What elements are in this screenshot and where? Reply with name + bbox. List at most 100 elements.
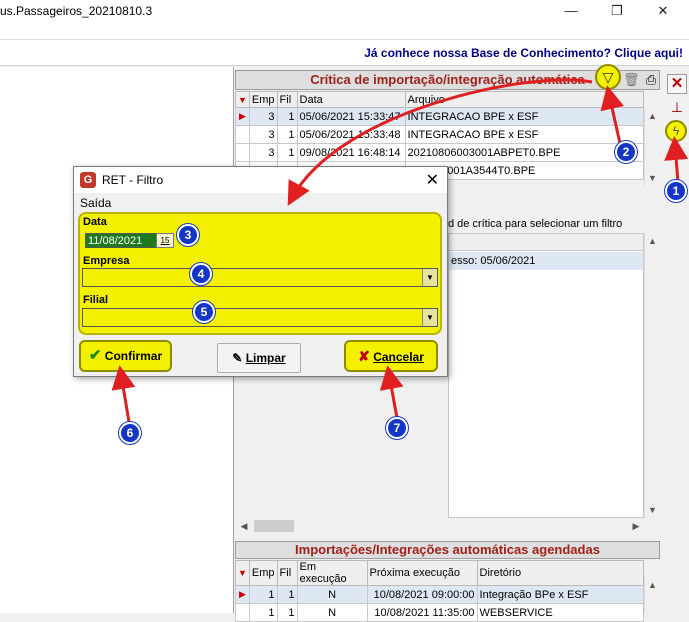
cell-arquivo: INTEGRACAO BPE x ESF	[404, 125, 645, 144]
cell-exec: N	[296, 585, 368, 604]
table-row[interactable]: 3 1 09/08/2021 16:48:14 20210806003001AB…	[235, 143, 645, 162]
table-row[interactable]: 3 1 05/06/2021 15:33:48 INTEGRACAO BPE x…	[235, 125, 645, 144]
knowledge-base-link[interactable]: Já conhece nossa Base de Conhecimento? C…	[364, 46, 683, 60]
col-proxima-execucao[interactable]: Próxima execução	[366, 560, 478, 586]
detail-row[interactable]: esso: 05/06/2021	[449, 252, 643, 270]
lightning-icon[interactable]: ϟ	[665, 120, 687, 142]
scroll-left-icon[interactable]: ◀	[236, 518, 252, 534]
cell-fil: 1	[276, 125, 298, 144]
scroll-down-icon[interactable]: ▼	[645, 170, 660, 186]
chevron-down-icon[interactable]: ▼	[422, 309, 437, 326]
scroll-up-icon[interactable]: ▲	[645, 233, 660, 249]
calendar-icon[interactable]: 15	[156, 233, 174, 248]
import-table-header: ▼ Emp Fil Data Arquivo	[235, 91, 645, 108]
cell-fil: 1	[276, 585, 298, 604]
cell-emp: 1	[248, 585, 278, 604]
scroll-right-icon[interactable]: ▶	[628, 518, 644, 534]
badge-2: 2	[615, 141, 637, 163]
table-row[interactable]: ▶ 1 1 N 10/08/2021 09:00:00 Integração B…	[235, 585, 645, 604]
import-panel-title-text: Crítica de importação/integração automát…	[310, 72, 585, 87]
scroll-down-icon[interactable]: ▼	[645, 502, 660, 518]
col-diretorio[interactable]: Diretório	[476, 560, 645, 586]
pin-icon[interactable]: ⊥	[670, 97, 684, 117]
empresa-select[interactable]: ▼	[82, 268, 438, 287]
row-indicator	[235, 143, 250, 162]
badge-3: 3	[177, 224, 199, 246]
badge-6: 6	[119, 422, 141, 444]
dialog-close-icon[interactable]: ✕	[426, 170, 439, 190]
current-row-indicator-icon: ▶	[235, 585, 250, 604]
scroll-up-icon[interactable]: ▲	[645, 108, 660, 124]
filial-select[interactable]: ▼	[82, 308, 438, 327]
import-table-scrollbar[interactable]: ▲ ▼	[644, 108, 660, 186]
sched-panel-title-text: Importações/Integrações automáticas agen…	[295, 542, 600, 557]
clear-label: Limpar	[245, 351, 286, 365]
cell-dir: Integração BPe x ESF	[476, 585, 645, 604]
col-arquivo[interactable]: Arquivo	[404, 91, 645, 108]
label-empresa: Empresa	[83, 255, 130, 267]
knowledge-base-bar: Já conhece nossa Base de Conhecimento? C…	[0, 40, 689, 66]
sort-indicator-icon[interactable]: ▼	[235, 560, 250, 586]
detail-scrollbar[interactable]: ▲ ▼	[644, 233, 660, 518]
badge-4: 4	[190, 263, 212, 285]
confirm-label: Confirmar	[104, 349, 163, 363]
print-icon[interactable]: ⎙	[643, 72, 659, 88]
check-icon: ✔	[88, 347, 102, 364]
cell-data: 05/06/2021 15:33:48	[296, 125, 406, 144]
scroll-up-icon[interactable]: ▲	[645, 577, 660, 593]
filter-hint: d de crítica para selecionar um filtro	[448, 218, 622, 230]
filter-hint-text: d de crítica para selecionar um filtro	[448, 218, 623, 230]
app-logo-icon: G	[80, 172, 96, 188]
col-em-execucao[interactable]: Em execução	[296, 560, 368, 586]
cell-fil: 1	[276, 107, 298, 126]
col-fil[interactable]: Fil	[276, 91, 298, 108]
cell-arquivo: 20210806003001ABPET0.BPE	[404, 143, 645, 162]
calendar-label: 15	[160, 236, 170, 245]
eraser-icon: ✎	[232, 351, 243, 365]
cell-emp: 3	[248, 125, 278, 144]
delete-x-icon[interactable]: ✕	[667, 74, 687, 94]
cancel-button[interactable]: ✘ Cancelar	[344, 340, 438, 372]
sched-panel-title: Importações/Integrações automáticas agen…	[235, 541, 660, 559]
col-data[interactable]: Data	[296, 91, 406, 108]
col-emp[interactable]: Emp	[248, 91, 278, 108]
date-input[interactable]: 11/08/2021	[85, 233, 157, 248]
window-titlebar: us.Passageiros_20210810.3 — ❐ ✕	[0, 0, 689, 22]
filter-dialog: G RET - Filtro ✕ Saída Data 11/08/2021 1…	[73, 166, 448, 377]
badge-1: 1	[665, 180, 687, 202]
col-emp[interactable]: Emp	[248, 560, 278, 586]
arrow-1	[664, 136, 689, 183]
col-fil[interactable]: Fil	[276, 560, 298, 586]
date-value: 11/08/2021	[88, 235, 143, 247]
window-title: us.Passageiros_20210810.3	[0, 4, 153, 18]
filter-icon[interactable]: ▽	[595, 64, 621, 90]
cell-emp: 3	[248, 107, 278, 126]
cell-data: 09/08/2021 16:48:14	[296, 143, 406, 162]
row-indicator	[235, 125, 250, 144]
minimize-button[interactable]: —	[548, 0, 594, 22]
sched-scrollbar[interactable]: ▲	[644, 577, 660, 613]
cell-arquivo: INTEGRACAO BPE x ESF	[404, 107, 645, 126]
detail-row-text: esso: 05/06/2021	[451, 255, 536, 267]
cell-emp: 3	[248, 143, 278, 162]
clear-button[interactable]: ✎ Limpar	[217, 343, 301, 373]
detail-hscrollbar[interactable]: ◀ ▶	[236, 518, 660, 534]
close-window-button[interactable]: ✕	[640, 0, 686, 22]
cancel-label: Cancelar	[373, 350, 424, 364]
cell-prox: 10/08/2021 09:00:00	[366, 585, 478, 604]
dialog-title: RET - Filtro	[102, 173, 164, 187]
chevron-down-icon[interactable]: ▼	[422, 269, 437, 286]
restore-button[interactable]: ❐	[594, 0, 640, 22]
badge-5: 5	[193, 301, 215, 323]
confirm-button[interactable]: ✔ Confirmar	[79, 340, 172, 372]
sort-indicator-icon[interactable]: ▼	[235, 91, 250, 108]
dialog-titlebar: G RET - Filtro ✕	[74, 167, 447, 193]
filter-fields-box: Data 11/08/2021 15 Empresa ▼ Filial ▼	[78, 212, 442, 335]
label-data: Data	[83, 216, 107, 228]
table-row[interactable]: ▶ 3 1 05/06/2021 15:33:47 INTEGRACAO BPE…	[235, 107, 645, 126]
trash-icon[interactable]: 🗑	[623, 72, 640, 88]
sched-table-header: ▼ Emp Fil Em execução Próxima execução D…	[235, 560, 645, 586]
menu-saida[interactable]: Saída	[80, 196, 111, 210]
hscroll-thumb[interactable]	[254, 520, 294, 532]
badge-7: 7	[386, 417, 408, 439]
